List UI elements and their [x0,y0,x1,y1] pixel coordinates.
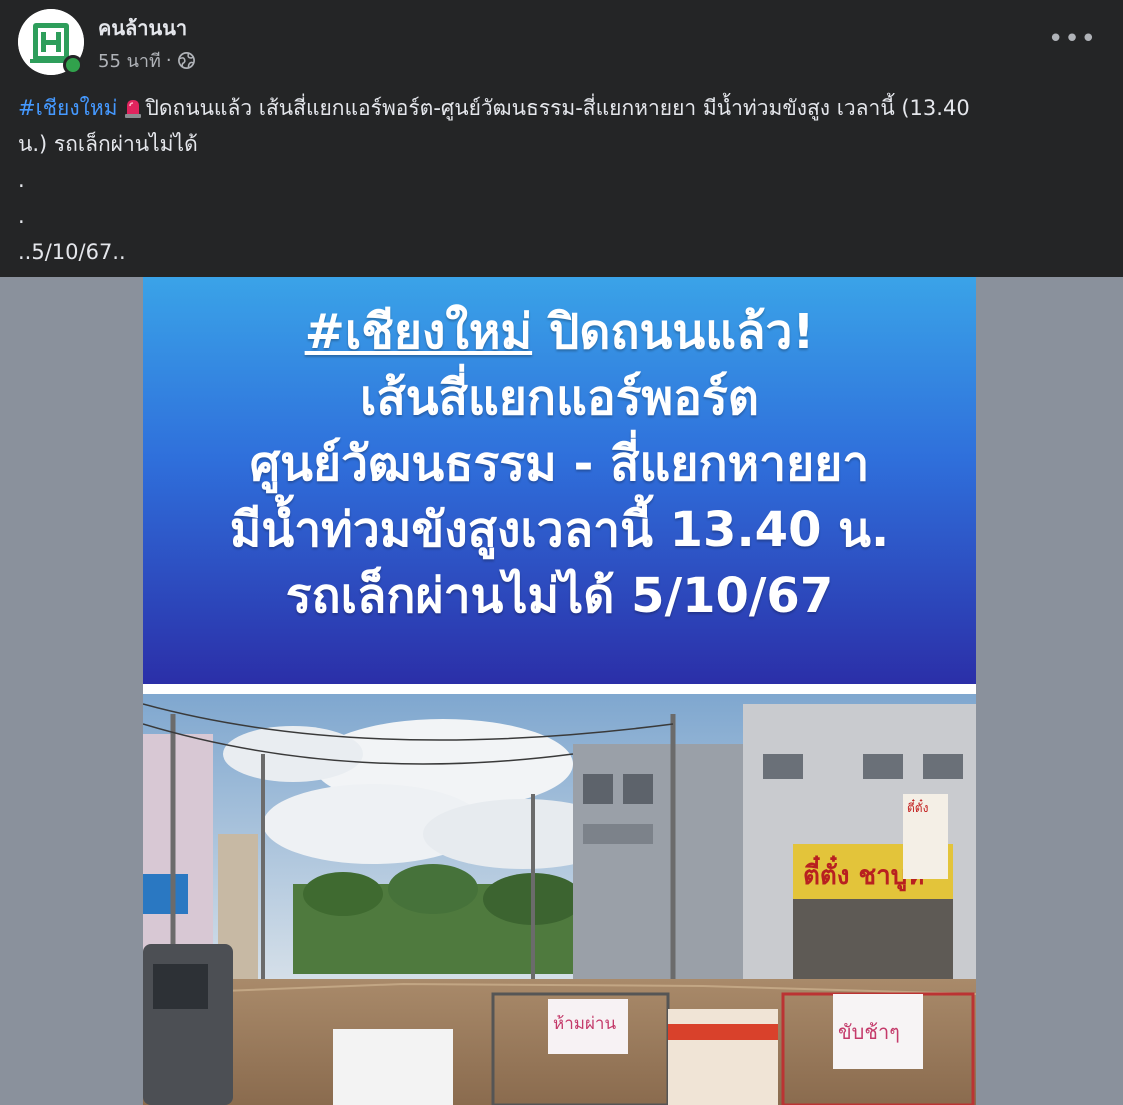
banner-line-1-rest: ปิดถนนแล้ว! [532,304,815,360]
banner-line-2: เส้นสี่แยกแอร์พอร์ต [360,370,759,426]
banner-line-3: ศูนย์วัฒนธรรม - สี่แยกหายยา [249,436,870,492]
page-name[interactable]: คนล้านนา [98,12,187,44]
post-text-line-4: . [18,204,25,228]
flood-scene-illustration: ตี๋ตั๋ง ชาบูห ตี๋ตั๋ง ห้ามผ่าน ขับช้าๆ [143,694,976,1105]
facebook-post: คนล้านนา 55 นาที · ••• #เชียงใหม่ ปิดถนน… [0,0,1123,1105]
banner-line-1: #เชียงใหม่ ปิดถนนแล้ว! [143,299,976,365]
sign-right-text: ขับช้าๆ [838,1020,900,1044]
post-header: คนล้านนา 55 นาที · ••• [0,0,1123,86]
sign-left-text: ห้ามผ่าน [553,1014,616,1034]
post-meta: 55 นาที · [98,46,196,75]
post-image[interactable]: #เชียงใหม่ ปิดถนนแล้ว! เส้นสี่แยกแอร์พอร… [0,277,1123,1105]
post-text-line-1-content: ปิดถนนแล้ว เส้นสี่แยกแอร์พอร์ต-ศูนย์วัฒน… [145,96,970,120]
globe-icon[interactable] [177,51,196,70]
shop-sign-small-text: ตี๋ตั๋ง [907,798,928,815]
banner-line-4: มีน้ำท่วมขังสูงเวลานี้ 13.40 น. [229,502,890,558]
banner-hashtag: #เชียงใหม่ [304,304,533,360]
online-status-dot [63,55,83,75]
post-text-line-2: น.) รถเล็กผ่านไม่ได้ [18,132,198,156]
siren-icon [124,100,141,118]
post-text-line-3: . [18,168,25,192]
post-text-line-5: ..5/10/67.. [18,240,126,264]
meta-separator: · [165,50,172,71]
announcement-banner: #เชียงใหม่ ปิดถนนแล้ว! เส้นสี่แยกแอร์พอร… [143,277,976,684]
post-text: #เชียงใหม่ ปิดถนนแล้ว เส้นสี่แยกแอร์พอร์… [18,90,1103,270]
image-divider [143,684,976,694]
post-text-line-1: #เชียงใหม่ ปิดถนนแล้ว เส้นสี่แยกแอร์พอร์… [18,90,1103,126]
more-options-icon[interactable]: ••• [1048,24,1096,54]
banner-line-5: รถเล็กผ่านไม่ได้ 5/10/67 [285,568,834,624]
post-time[interactable]: 55 นาที [98,46,161,75]
flooded-street-photo: ตี๋ตั๋ง ชาบูห ตี๋ตั๋ง ห้ามผ่าน ขับช้าๆ [143,694,976,1105]
hashtag-link[interactable]: #เชียงใหม่ [18,96,118,120]
